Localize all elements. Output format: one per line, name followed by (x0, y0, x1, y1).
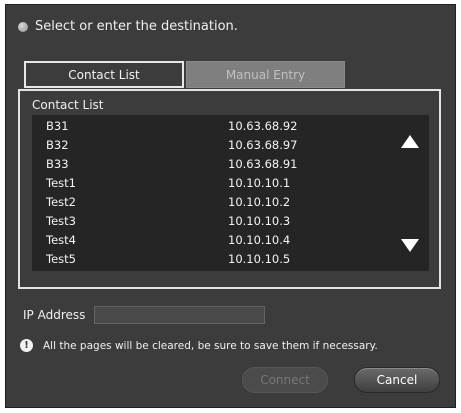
contact-list-panel: Contact List B31 10.63.68.92 B32 10.63.6… (18, 89, 441, 289)
tab-manual-entry[interactable]: Manual Entry (186, 61, 345, 88)
list-item[interactable]: Test5 10.10.10.5 (32, 250, 393, 269)
contact-name: Test1 (46, 176, 76, 190)
triangle-up-icon[interactable] (401, 135, 419, 148)
list-item[interactable]: B32 10.63.68.97 (32, 136, 393, 155)
triangle-down-icon[interactable] (401, 239, 419, 252)
contact-name: B31 (46, 119, 69, 133)
ip-address-input[interactable] (94, 306, 265, 324)
contact-ip: 10.63.68.97 (228, 138, 298, 152)
list-item[interactable]: B33 10.63.68.91 (32, 155, 393, 174)
contact-list: B31 10.63.68.92 B32 10.63.68.97 B33 10.6… (32, 115, 393, 271)
instruction-line: Select or enter the destination. (18, 19, 238, 34)
contact-name: B32 (46, 138, 69, 152)
warning-text: All the pages will be cleared, be sure t… (43, 339, 378, 352)
contact-ip: 10.63.68.92 (228, 119, 298, 133)
contact-name: Test4 (46, 233, 76, 247)
contact-ip: 10.63.68.91 (228, 157, 298, 171)
contact-ip: 10.10.10.4 (228, 233, 291, 247)
contact-name: Test5 (46, 252, 76, 266)
contact-ip: 10.10.10.1 (228, 176, 291, 190)
contact-name: Test2 (46, 195, 76, 209)
list-item[interactable]: Test1 10.10.10.1 (32, 174, 393, 193)
contact-name: B33 (46, 157, 69, 171)
cancel-button[interactable]: Cancel (354, 367, 440, 393)
warning-message: ! All the pages will be cleared, be sure… (20, 339, 378, 352)
contact-ip: 10.10.10.2 (228, 195, 291, 209)
tab-contact-list[interactable]: Contact List (24, 61, 184, 88)
list-item[interactable]: Test4 10.10.10.4 (32, 231, 393, 250)
contact-list-title: Contact List (32, 98, 104, 112)
connect-button[interactable]: Connect (242, 367, 328, 393)
list-scroll-controls (393, 115, 429, 271)
bullet-dot-icon (18, 21, 28, 32)
contact-ip: 10.10.10.3 (228, 214, 291, 228)
list-item[interactable]: B31 10.63.68.92 (32, 117, 393, 136)
list-item[interactable]: Test2 10.10.10.2 (32, 193, 393, 212)
instruction-text: Select or enter the destination. (35, 19, 238, 34)
ip-address-label: IP Address (23, 308, 86, 322)
contact-ip: 10.10.10.5 (228, 252, 291, 266)
exclamation-icon: ! (20, 339, 33, 352)
list-item[interactable]: Test3 10.10.10.3 (32, 212, 393, 231)
destination-dialog: Select or enter the destination. Contact… (5, 4, 456, 408)
contact-name: Test3 (46, 214, 76, 228)
